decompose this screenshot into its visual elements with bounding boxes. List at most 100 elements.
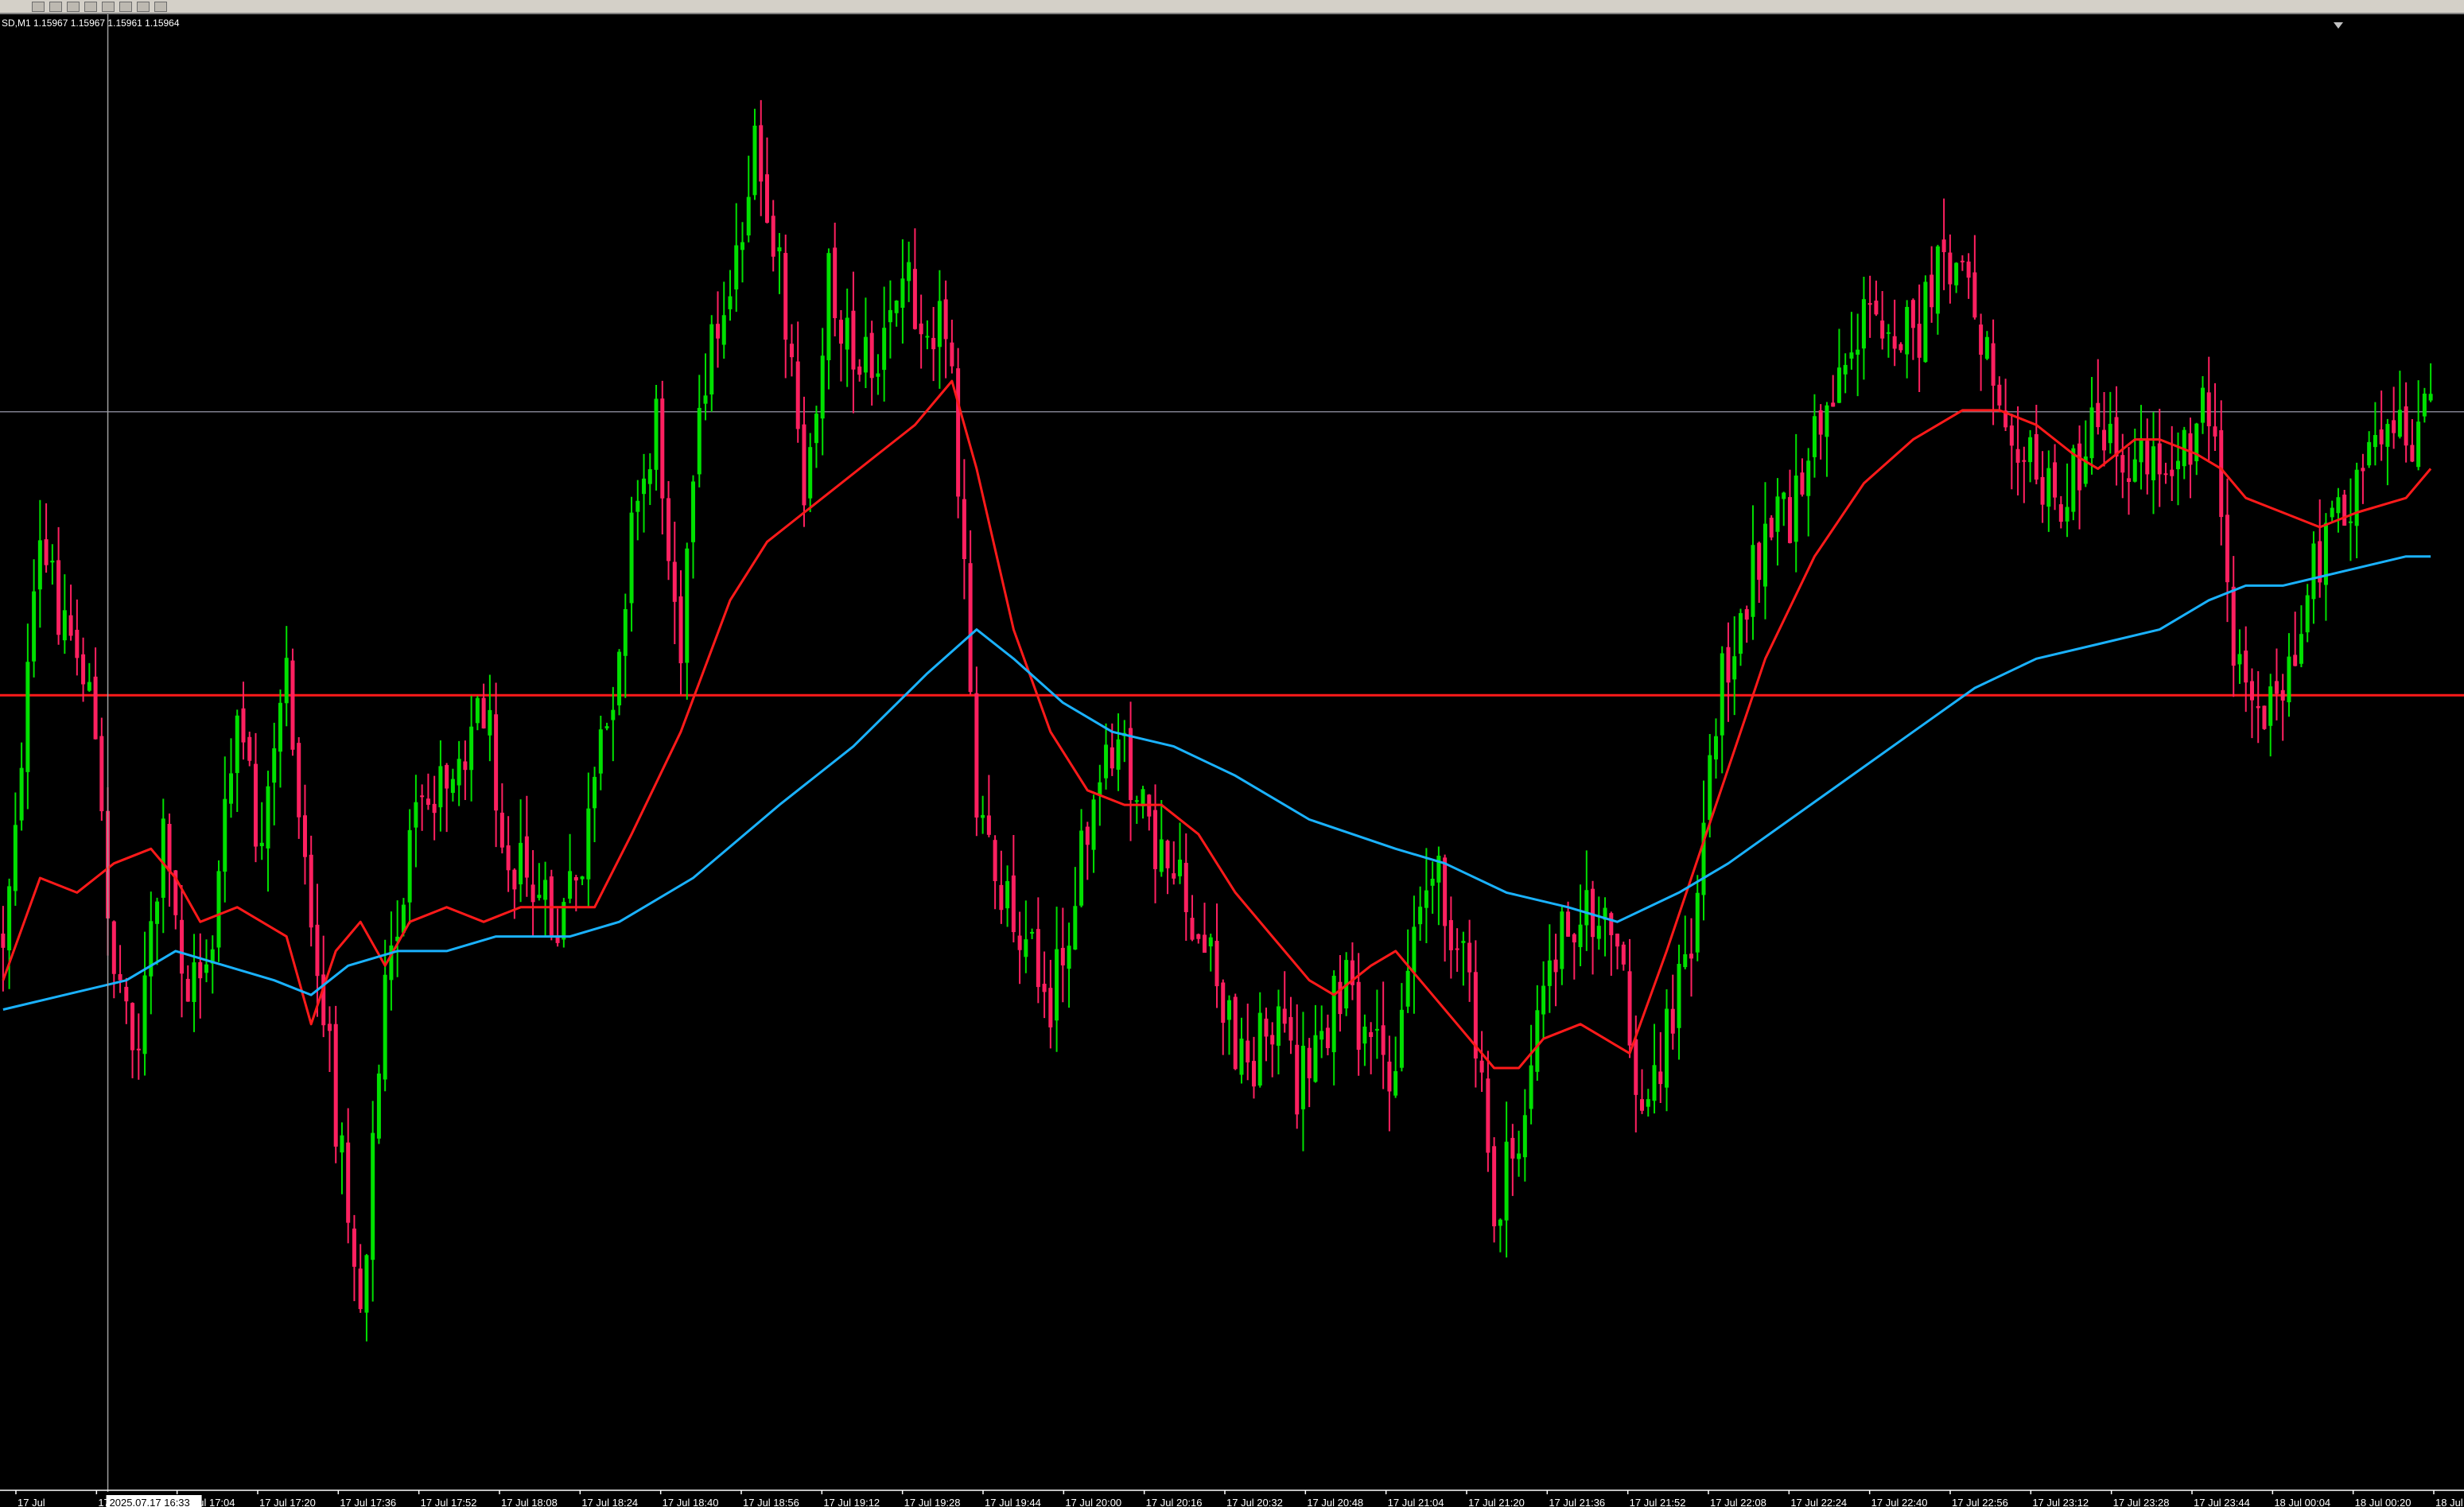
candle-body: [426, 798, 430, 806]
candle-body: [1596, 926, 1601, 939]
candle-body: [740, 242, 744, 251]
candle-body: [1979, 324, 1984, 355]
candle-body: [1405, 970, 1410, 1007]
candle-body: [1226, 1000, 1231, 1020]
candle-body: [543, 880, 548, 900]
time-tick-label: 17 Jul 20:00: [1065, 1497, 1121, 1507]
candle-body: [1910, 300, 1915, 328]
chart-background: [0, 14, 2464, 1507]
candle-body: [1418, 907, 1423, 925]
candle-body: [771, 216, 775, 257]
candle-body: [617, 651, 622, 705]
template-icon[interactable]: [119, 2, 132, 12]
candle-body: [1295, 1044, 1300, 1115]
chart-tool-icon[interactable]: [32, 2, 45, 12]
candle-body: [1178, 859, 1183, 876]
candle-body: [1615, 934, 1620, 947]
candle-body: [469, 726, 474, 771]
candle-body: [746, 196, 751, 236]
candle-body: [1566, 911, 1571, 937]
candle-body: [1880, 320, 1885, 339]
candle-body: [1874, 301, 1879, 315]
candle-body: [876, 373, 880, 377]
candle-body: [993, 840, 997, 881]
candle-body: [1923, 282, 1928, 363]
candle-body: [99, 736, 104, 812]
candle-body: [414, 802, 418, 828]
candle-body: [475, 697, 480, 724]
period-icon[interactable]: [102, 2, 115, 12]
candle-body: [2410, 445, 2415, 462]
candle: [290, 648, 295, 756]
candle-body: [1203, 934, 1207, 954]
candle-body: [130, 1003, 135, 1051]
candle-body: [1251, 1061, 1256, 1087]
time-tick-label: 17 Jul 21:36: [1549, 1497, 1605, 1507]
time-tick-label: 17 Jul 22:40: [1871, 1497, 1928, 1507]
candle-body: [1276, 1006, 1281, 1046]
crosshair-icon[interactable]: [49, 2, 62, 12]
time-tick-label: 17 Jul 19:12: [823, 1497, 880, 1507]
candle-body: [346, 1142, 351, 1223]
candle: [1233, 993, 1238, 1070]
candle-body: [2139, 438, 2143, 463]
zoom-icon[interactable]: [84, 2, 97, 12]
candle-body: [2040, 476, 2045, 505]
candle-body: [2034, 433, 2038, 480]
price-chart[interactable]: SD,M1 1.15967 1.15967 1.15961 1.15964 17…: [0, 14, 2464, 1507]
candle-body: [1652, 1065, 1657, 1101]
indicator-icon[interactable]: [137, 2, 150, 12]
candle-body: [999, 884, 1004, 911]
candle-body: [537, 895, 542, 899]
candle-body: [2200, 387, 2205, 423]
candle-body: [494, 714, 499, 811]
time-tick-label: 17 Jul 19:44: [985, 1497, 1041, 1507]
candle-body: [1800, 472, 1805, 495]
candle-body: [1498, 1219, 1502, 1226]
candle-body: [863, 336, 868, 373]
candle-body: [358, 1268, 363, 1310]
candle-body: [1836, 367, 1841, 403]
candle-body: [167, 823, 172, 872]
candle-body: [62, 610, 67, 641]
candle-body: [1381, 1025, 1386, 1055]
candle-body: [1005, 880, 1010, 909]
line-tool-icon[interactable]: [67, 2, 80, 12]
candle-body: [1412, 926, 1417, 973]
time-tick-label: 17 Jul 22:56: [1952, 1497, 2008, 1507]
time-tick-label: 17 Jul 22:24: [1790, 1497, 1847, 1507]
time-tick-label: 17 Jul 17:20: [259, 1497, 316, 1507]
candle-body: [678, 596, 683, 664]
candle-body: [519, 842, 523, 885]
candle-body: [284, 658, 289, 704]
candle-body: [142, 975, 147, 1055]
candle-body: [1399, 1009, 1404, 1068]
candle-body: [709, 324, 714, 395]
candle-body: [278, 702, 282, 752]
candle-body: [2206, 392, 2211, 427]
candle-body: [44, 539, 49, 565]
scroll-icon[interactable]: [154, 2, 167, 12]
candle-body: [2299, 634, 2303, 664]
candle-body: [629, 512, 634, 604]
candle-body: [19, 767, 24, 821]
candle-body: [2361, 468, 2365, 472]
candle-body: [1270, 1035, 1275, 1045]
candle-body: [2348, 521, 2353, 523]
candle-body: [1806, 460, 1811, 496]
candle-body: [1042, 984, 1047, 992]
candle-body: [2009, 425, 2014, 446]
candle-body: [50, 561, 55, 563]
candle-body: [340, 1135, 344, 1153]
candle-body: [857, 366, 862, 375]
candle-body: [1196, 934, 1201, 939]
candle-body: [204, 964, 209, 973]
candle-body: [2280, 689, 2285, 701]
candle-body: [1, 933, 6, 948]
candle-body: [2262, 705, 2267, 729]
candle-body: [1239, 1038, 1244, 1075]
candle-body: [2219, 429, 2224, 518]
candle-body: [950, 342, 954, 367]
candle-body: [93, 676, 98, 740]
candle-body: [1541, 985, 1546, 1015]
